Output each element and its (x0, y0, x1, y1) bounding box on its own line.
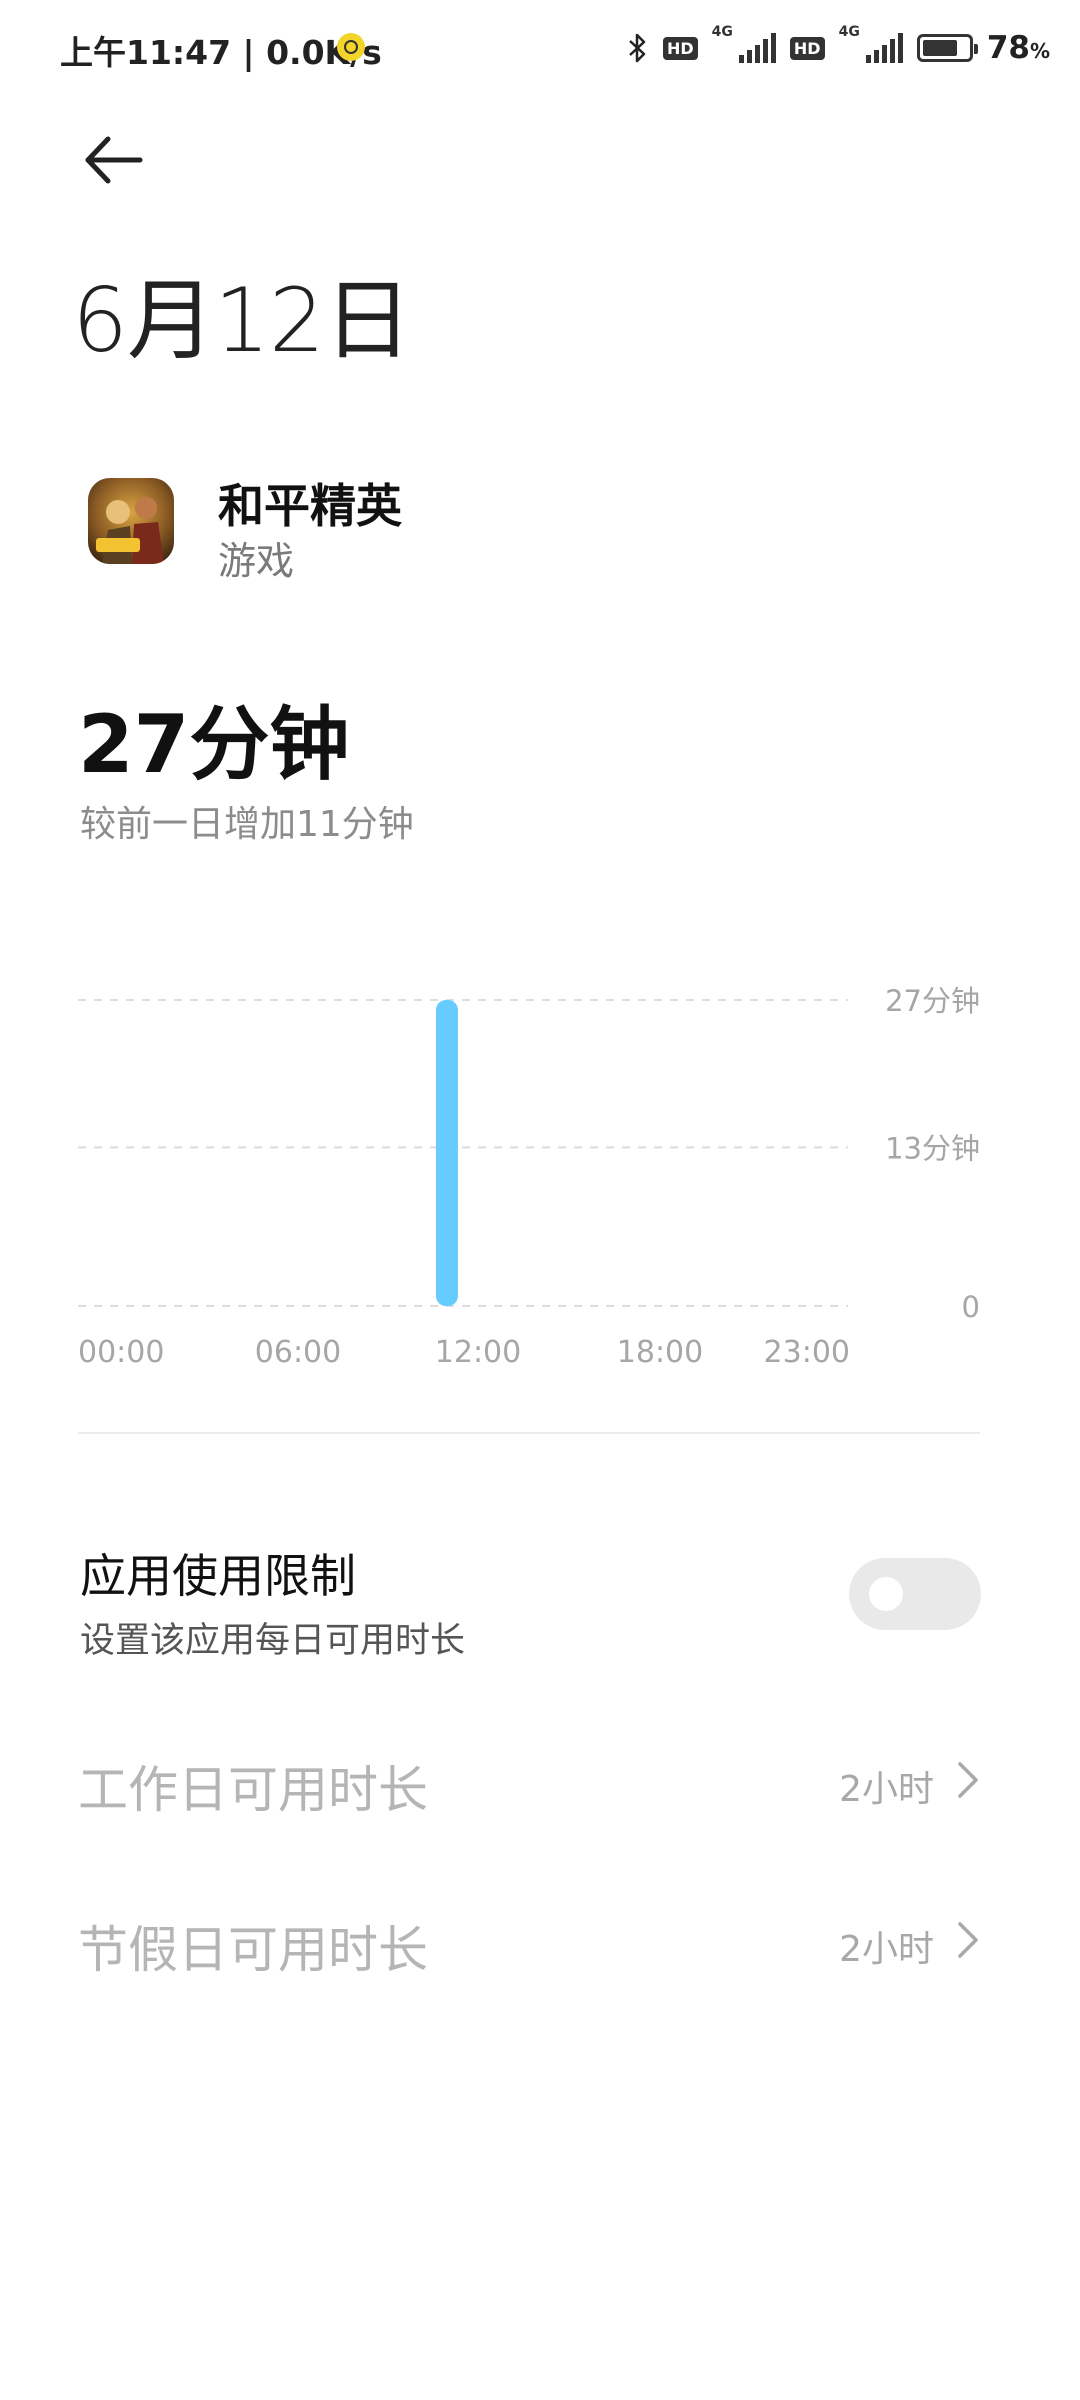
network-type-label: 4G (838, 24, 860, 40)
chart-y-tick-label: 0 (962, 1290, 980, 1324)
app-name: 和平精英 (218, 479, 402, 533)
chart-x-tick-label: 23:00 (764, 1335, 850, 1370)
status-icons: HD 4G HD 4G 78% (627, 24, 1050, 72)
usage-comparison: 较前一日增加11分钟 (80, 804, 414, 845)
usage-chart: 27分钟 13分钟 0 00:00 06:00 12:00 18:00 23:00 (78, 984, 980, 1370)
back-button[interactable] (80, 125, 150, 195)
toggle-knob (869, 1577, 903, 1611)
holiday-limit-row[interactable]: 节假日可用时长 2小时 (78, 1876, 982, 1996)
network-type-label: 4G (711, 24, 733, 40)
hd-icon: HD (789, 36, 825, 60)
limit-description: 设置该应用每日可用时长 (80, 1621, 466, 1661)
status-bar: 上午11:47 | 0.0K/s HD 4G HD 4G 78% (0, 0, 1080, 100)
bluetooth-icon (629, 33, 646, 63)
limit-toggle[interactable] (849, 1558, 981, 1630)
chart-x-tick-label: 18:00 (617, 1335, 703, 1370)
signal-icon (865, 33, 903, 63)
arrow-left-icon (85, 136, 143, 184)
chart-x-tick-label: 06:00 (255, 1335, 341, 1370)
notification-dot-icon (337, 33, 365, 61)
chart-x-tick-label: 12:00 (435, 1335, 521, 1370)
status-time-speed: 上午11:47 | 0.0K/s (60, 33, 382, 72)
signal-icon (738, 33, 776, 63)
battery-percent: 78% (986, 30, 1050, 66)
chevron-right-icon (958, 1922, 978, 1958)
chart-bar (435, 1000, 458, 1306)
holiday-limit-value: 2小时 (839, 1929, 934, 1970)
battery-icon (916, 34, 978, 62)
app-icon (88, 478, 174, 564)
limit-title: 应用使用限制 (80, 1549, 356, 1603)
weekday-limit-value: 2小时 (839, 1769, 934, 1810)
divider (78, 1432, 980, 1434)
app-category: 游戏 (218, 539, 295, 583)
chart-x-tick-label: 00:00 (78, 1335, 164, 1370)
page-title: 6月12日 (72, 269, 412, 372)
usage-total: 27分钟 (78, 698, 350, 791)
weekday-limit-label: 工作日可用时长 (78, 1761, 428, 1819)
holiday-limit-label: 节假日可用时长 (78, 1921, 428, 1979)
chart-y-tick-label: 27分钟 (885, 984, 980, 1018)
battery-level (922, 40, 958, 56)
weekday-limit-row[interactable]: 工作日可用时长 2小时 (78, 1716, 982, 1836)
hd-icon: HD (663, 36, 698, 60)
chart-y-tick-label: 13分钟 (885, 1131, 980, 1165)
chevron-right-icon (958, 1762, 978, 1798)
